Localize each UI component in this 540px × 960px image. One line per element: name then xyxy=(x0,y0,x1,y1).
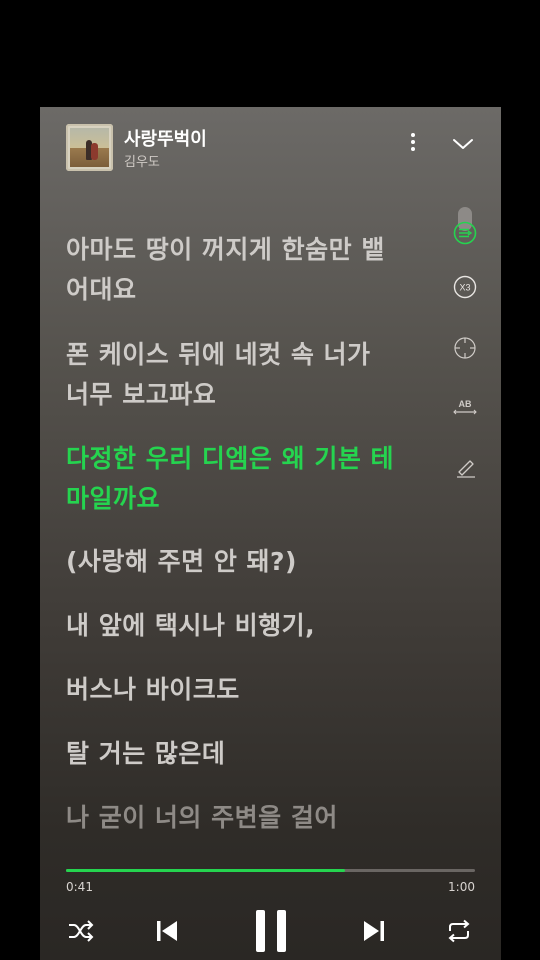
lyric-line[interactable]: 탈 거는 많은데 xyxy=(66,734,411,774)
focus-icon[interactable] xyxy=(453,336,477,360)
highlight-pen-icon[interactable] xyxy=(453,455,477,479)
lyric-line[interactable]: (사랑해 주면 안 돼?) xyxy=(66,542,411,582)
chevron-down-icon[interactable] xyxy=(451,134,475,154)
speed-icon[interactable]: X3 xyxy=(453,275,477,299)
font-size-label: AB xyxy=(459,399,472,409)
progress-fill xyxy=(66,869,346,872)
player-panel: 사랑뚜벅이 김우도 X3 AB 아마도 땅이 꺼지게 한숨만 뱉 어대요 폰 케… xyxy=(40,107,501,960)
speed-label: X3 xyxy=(459,283,470,293)
lyric-line[interactable]: 나 굳이 너의 주변을 걸어 xyxy=(66,798,411,838)
lyric-line[interactable]: 내 앞에 택시나 비행기, xyxy=(66,606,411,646)
song-title: 사랑뚜벅이 xyxy=(124,129,207,150)
lyric-line[interactable]: 폰 케이스 뒤에 네컷 속 너가 너무 보고파요 xyxy=(66,335,411,415)
progress-bar[interactable] xyxy=(66,869,475,872)
current-time: 0:41 xyxy=(66,880,93,894)
lyric-line[interactable]: 아마도 땅이 꺼지게 한숨만 뱉 어대요 xyxy=(66,230,411,310)
more-icon[interactable] xyxy=(404,131,422,157)
next-icon[interactable] xyxy=(361,918,387,944)
previous-icon[interactable] xyxy=(154,918,180,944)
duration: 1:00 xyxy=(448,880,475,894)
shuffle-icon[interactable] xyxy=(67,919,95,943)
lyric-line[interactable]: 버스나 바이크도 xyxy=(66,670,411,710)
pause-icon[interactable] xyxy=(252,910,290,952)
album-art[interactable] xyxy=(66,124,113,171)
font-size-icon[interactable]: AB xyxy=(453,395,477,419)
repeat-icon[interactable] xyxy=(446,918,472,944)
lyrics-sync-icon[interactable] xyxy=(453,221,477,245)
artist-name[interactable]: 김우도 xyxy=(124,151,160,170)
lyric-line-active[interactable]: 다정한 우리 디엠은 왜 기본 테 마일까요 xyxy=(66,439,411,519)
